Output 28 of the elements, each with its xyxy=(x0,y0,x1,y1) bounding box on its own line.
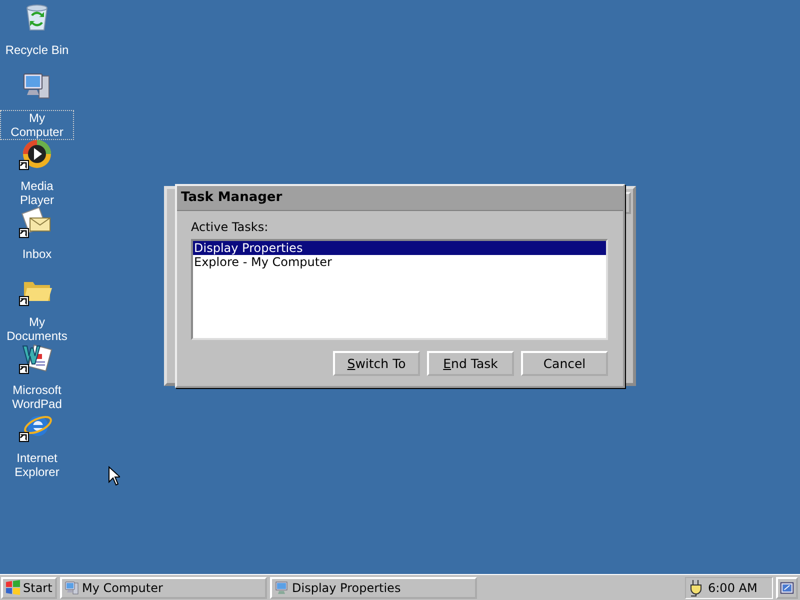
desktop-icon xyxy=(780,580,794,596)
taskbar-window-button[interactable]: My Computer xyxy=(60,576,267,598)
dialog-button[interactable]: End Task xyxy=(427,351,514,376)
desktop-icon-label[interactable]: My Documents xyxy=(0,314,74,344)
task-item[interactable]: Display Properties xyxy=(193,241,606,255)
display-icon xyxy=(274,580,290,596)
desktop-icon-label[interactable]: Microsoft WordPad xyxy=(0,382,74,412)
dialog-button[interactable]: Cancel xyxy=(521,351,608,376)
taskbar-window-button[interactable]: Display Properties xyxy=(270,576,477,598)
mouse-pointer-icon xyxy=(108,466,120,486)
show-desktop-button[interactable] xyxy=(776,576,798,598)
power-plug-icon[interactable] xyxy=(688,578,704,596)
desktop-icon-label[interactable]: Inbox xyxy=(20,246,54,262)
task-item[interactable]: Explore - My Computer xyxy=(193,255,606,269)
desktop-icon-label[interactable]: Media Player xyxy=(0,178,74,208)
document-icon xyxy=(21,342,53,374)
clock-text: 6:00 AM xyxy=(708,580,758,594)
dialog-button[interactable]: Switch To xyxy=(333,351,420,376)
start-button[interactable]: Start xyxy=(1,576,57,598)
computer-icon xyxy=(64,580,80,596)
desktop-icon-label[interactable]: Recycle Bin xyxy=(3,42,71,58)
window-title: Task Manager xyxy=(177,186,623,211)
play-icon xyxy=(21,138,53,170)
task-list[interactable]: Display Properties Explore - My Computer xyxy=(191,239,608,340)
desktop-icon-label[interactable]: My Computer xyxy=(0,110,74,140)
windows-flag-icon xyxy=(5,580,21,596)
list-label: Active Tasks: xyxy=(191,220,270,234)
desktop-icon-label[interactable]: Internet Explorer xyxy=(0,450,74,480)
